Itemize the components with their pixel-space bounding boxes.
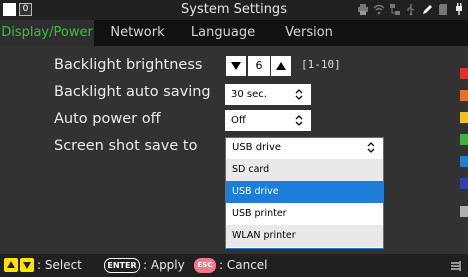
tab-bar: Display/Power Network Language Version xyxy=(0,20,468,46)
screenshot-save-dropdown[interactable]: USB drive SD card USB drive USB printer … xyxy=(225,137,384,249)
pen-icon xyxy=(423,5,432,14)
up-down-chevron-icon xyxy=(295,115,303,126)
status-icons xyxy=(357,3,465,16)
color-swatch xyxy=(460,156,468,167)
screenshot-save-select[interactable]: USB drive xyxy=(226,138,383,158)
brightness-increase-button[interactable] xyxy=(271,56,291,76)
color-swatch xyxy=(460,134,468,145)
color-swatch xyxy=(460,68,468,79)
screenshot-save-to-label: Screen shot save to xyxy=(54,138,198,154)
usb-icon xyxy=(407,4,415,16)
triangle-down-icon xyxy=(231,62,241,70)
brightness-value: 6 xyxy=(248,56,270,76)
option-usb-drive[interactable]: USB drive xyxy=(226,181,383,203)
tab-version[interactable]: Version xyxy=(275,20,343,46)
screenshot-save-value: USB drive xyxy=(232,142,282,153)
down-key-icon xyxy=(20,258,34,272)
option-wlan-printer[interactable]: WLAN printer xyxy=(226,225,383,247)
top-status-bar: 0 System Settings xyxy=(0,0,468,20)
color-swatch xyxy=(460,178,468,189)
up-key-icon xyxy=(4,258,18,272)
tab-display-power[interactable]: Display/Power xyxy=(0,20,94,46)
enter-key-badge: ENTER xyxy=(104,258,140,273)
auto-power-off-select[interactable]: Off xyxy=(225,110,311,131)
network-icon xyxy=(390,4,400,15)
apply-hint: : Apply xyxy=(143,258,185,272)
option-sd-card[interactable]: SD card xyxy=(226,159,383,181)
tab-network[interactable]: Network xyxy=(100,20,175,46)
up-down-chevron-icon xyxy=(367,142,375,153)
color-swatch xyxy=(460,112,468,123)
up-down-chevron-icon xyxy=(295,89,303,100)
backlight-auto-saving-value: 30 sec. xyxy=(231,89,267,100)
menu-icon[interactable] xyxy=(450,259,462,272)
select-hint: : Select xyxy=(37,258,82,272)
auto-power-off-label: Auto power off xyxy=(54,111,161,127)
cancel-hint: : Cancel xyxy=(219,258,268,272)
brightness-decrease-button[interactable] xyxy=(226,56,246,76)
option-usb-printer[interactable]: USB printer xyxy=(226,203,383,225)
color-swatch xyxy=(460,90,468,101)
backlight-brightness-label: Backlight brightness xyxy=(54,57,203,73)
brightness-range: [1-10] xyxy=(301,58,341,71)
tab-language[interactable]: Language xyxy=(183,20,263,46)
backlight-auto-saving-label: Backlight auto saving xyxy=(54,84,211,100)
plug-icon xyxy=(456,3,462,15)
printer-icon xyxy=(358,4,368,15)
backlight-auto-saving-select[interactable]: 30 sec. xyxy=(225,84,311,105)
triangle-up-icon xyxy=(276,62,286,70)
color-strip xyxy=(455,46,468,254)
color-swatch xyxy=(460,206,468,217)
wifi-icon xyxy=(373,4,385,15)
auto-power-off-value: Off xyxy=(231,115,246,126)
esc-key-badge: ESC xyxy=(194,258,216,273)
sd-card-icon xyxy=(439,4,447,15)
key-hint-bar: : Select ENTER : Apply ESC : Cancel xyxy=(0,254,468,277)
